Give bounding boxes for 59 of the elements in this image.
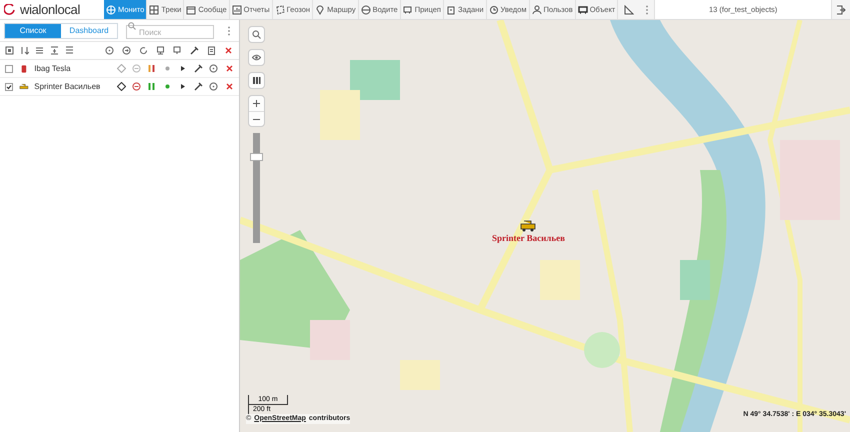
refresh-icon bbox=[139, 46, 148, 55]
unit-name: Sprinter Васильев bbox=[34, 80, 102, 92]
van-icon bbox=[19, 82, 30, 90]
person-icon bbox=[532, 4, 542, 14]
ruler-icon bbox=[624, 4, 634, 14]
checkbox-icon bbox=[5, 46, 14, 55]
target-icon bbox=[105, 46, 114, 55]
search-field[interactable]: Поиск bbox=[126, 25, 214, 39]
pause-icon bbox=[147, 64, 156, 73]
eye-icon bbox=[252, 53, 261, 62]
calendar-icon bbox=[186, 4, 196, 14]
plus-icon bbox=[253, 100, 260, 107]
screen-icon bbox=[173, 46, 182, 55]
van-icon bbox=[520, 220, 536, 232]
locate-button[interactable] bbox=[114, 80, 128, 94]
search-button[interactable] bbox=[248, 26, 265, 43]
minus-circle-icon bbox=[132, 82, 141, 91]
visibility-button[interactable] bbox=[248, 49, 265, 66]
checkbox[interactable] bbox=[4, 64, 13, 72]
zoom-slider-thumb[interactable] bbox=[250, 153, 263, 162]
kebab-icon bbox=[227, 26, 231, 36]
chart-icon bbox=[232, 4, 242, 14]
trailer-icon bbox=[402, 4, 413, 14]
marker-label: Sprinter Васильев bbox=[492, 232, 565, 245]
grid-icon bbox=[149, 4, 160, 14]
stop-button[interactable] bbox=[130, 80, 144, 94]
clipboard-icon bbox=[207, 46, 216, 55]
globe-icon bbox=[106, 4, 116, 14]
search-icon bbox=[252, 30, 261, 39]
polygon-icon bbox=[274, 4, 285, 14]
monitor-icon bbox=[156, 46, 165, 55]
pin-icon bbox=[315, 4, 326, 14]
search-icon bbox=[128, 22, 136, 30]
arrow-circle-icon bbox=[122, 46, 131, 55]
vehicle-icon bbox=[578, 4, 588, 14]
logo-text: wialonlocal bbox=[20, 3, 80, 16]
dot-icon bbox=[162, 82, 172, 91]
clipboard-icon bbox=[446, 4, 456, 14]
kebab-icon bbox=[645, 4, 650, 14]
map-icon bbox=[252, 76, 261, 85]
alarm-clock-icon bbox=[488, 4, 499, 14]
dot-icon bbox=[162, 64, 172, 73]
close-icon bbox=[224, 82, 234, 91]
list-icon bbox=[35, 46, 44, 55]
close-icon bbox=[224, 64, 234, 73]
checkbox[interactable] bbox=[4, 82, 13, 90]
wrench-icon bbox=[194, 82, 203, 91]
expand-icon bbox=[50, 46, 59, 55]
wrench-icon bbox=[194, 64, 203, 73]
swirl-icon bbox=[4, 4, 16, 16]
lines-icon bbox=[65, 46, 74, 55]
close-icon bbox=[224, 46, 233, 55]
layers-button[interactable] bbox=[248, 72, 265, 89]
logout-icon bbox=[836, 4, 846, 14]
wrench-icon bbox=[190, 46, 199, 55]
minus-circle-icon bbox=[132, 64, 141, 73]
sort-icon bbox=[20, 46, 29, 55]
pause-icon bbox=[147, 82, 156, 91]
unit-name: Ibag Tesla bbox=[34, 62, 72, 74]
